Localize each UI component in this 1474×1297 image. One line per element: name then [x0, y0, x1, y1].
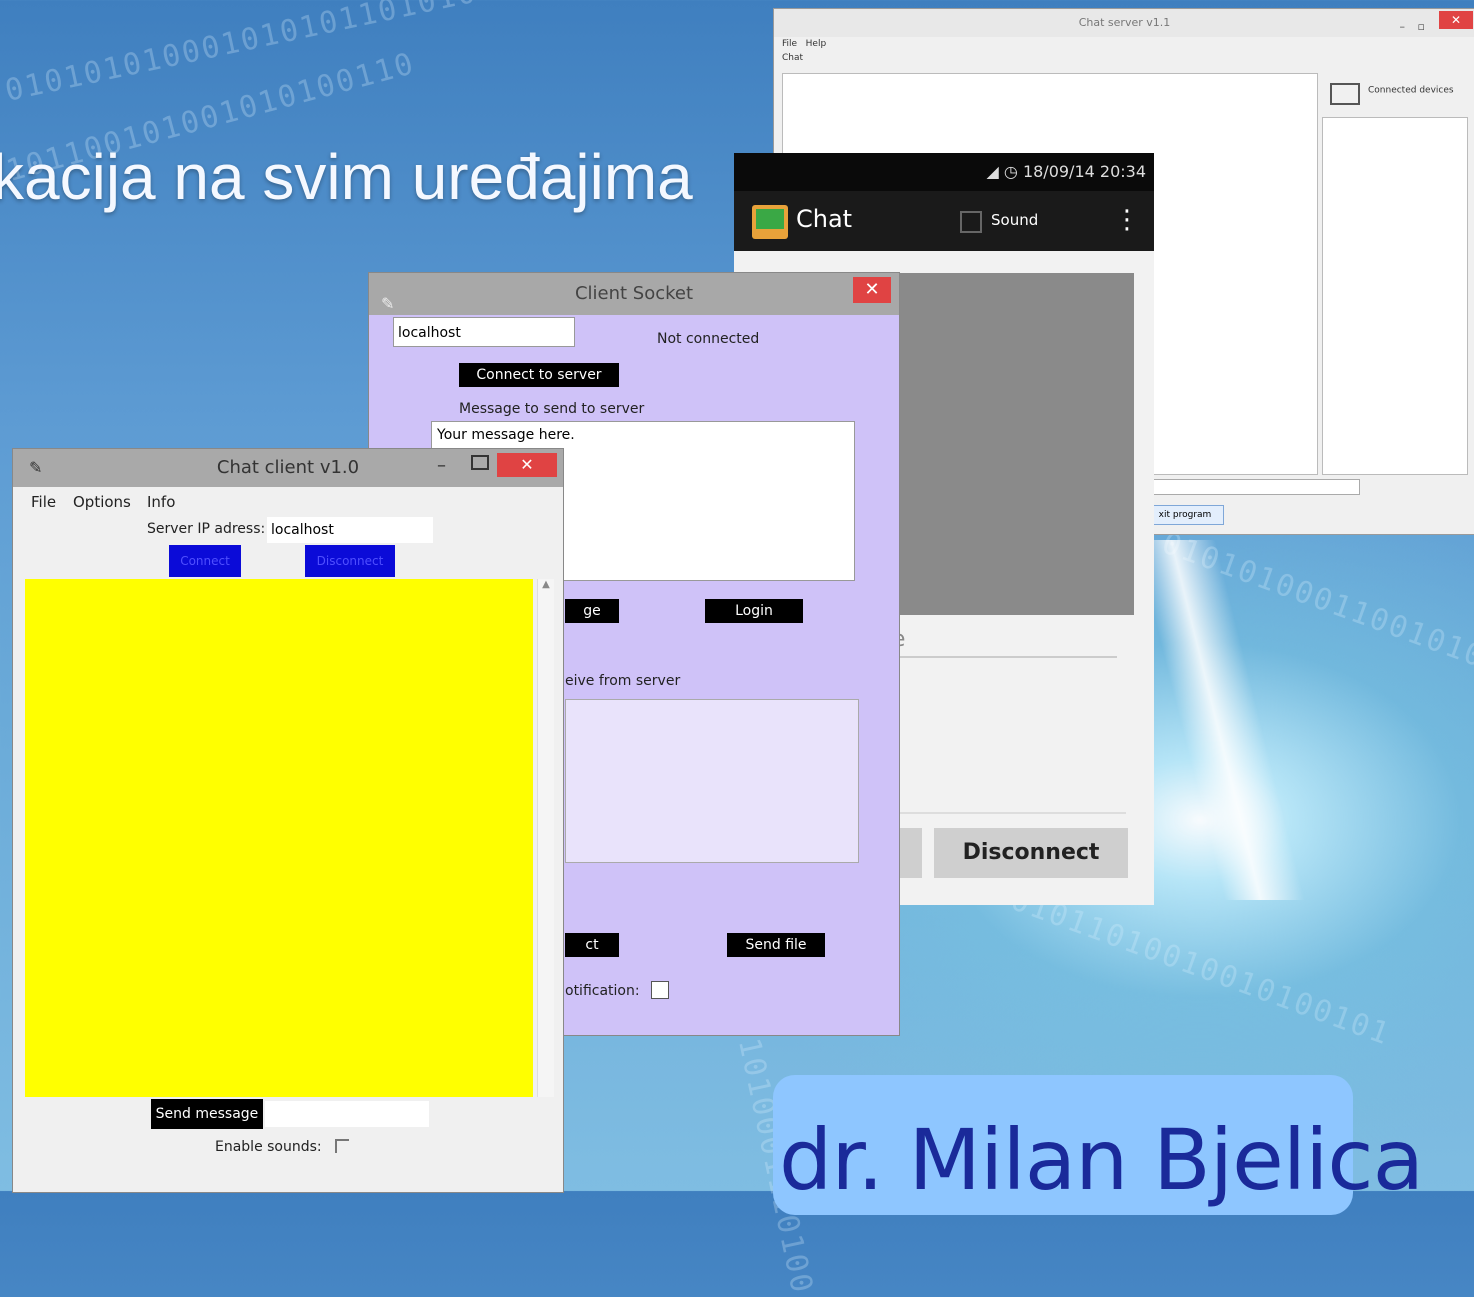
- received-textarea[interactable]: [565, 699, 859, 863]
- feather-icon: ✎: [29, 458, 43, 477]
- chat-client-title: Chat client v1.0: [216, 457, 360, 478]
- login-button[interactable]: Login: [705, 599, 803, 623]
- notification-checkbox[interactable]: [651, 981, 669, 999]
- disconnect-button[interactable]: Disconnect: [305, 545, 395, 577]
- menu-help[interactable]: Help: [806, 39, 827, 49]
- connect-to-server-button[interactable]: Connect to server: [459, 363, 619, 387]
- enable-sounds-label: Enable sounds:: [215, 1139, 322, 1155]
- tagline: kacija na svim uređajima: [0, 141, 693, 213]
- tab-chat[interactable]: Chat: [774, 51, 1474, 65]
- enable-sounds-checkbox[interactable]: [335, 1139, 349, 1153]
- client-socket-title: Client Socket: [574, 283, 694, 304]
- send-message-label: Message to send to server: [459, 401, 645, 417]
- clock-icon: ◷: [1003, 162, 1018, 181]
- status-time: 18/09/14 20:34: [1022, 162, 1146, 181]
- maximize-icon[interactable]: [471, 455, 489, 470]
- menu-options[interactable]: Options: [73, 493, 131, 511]
- signal-icon: ◢: [986, 162, 999, 181]
- sound-label: Sound: [991, 211, 1039, 229]
- disconnect-button[interactable]: Disconnect: [934, 828, 1128, 878]
- chat-app-icon: [752, 205, 788, 239]
- host-input[interactable]: localhost: [393, 317, 575, 347]
- notification-label: otification:: [565, 983, 640, 999]
- minimize-icon[interactable]: –: [437, 447, 446, 485]
- send-message-button[interactable]: ge: [565, 599, 619, 623]
- connect-button[interactable]: Connect: [169, 545, 241, 577]
- menu-info[interactable]: Info: [147, 493, 175, 511]
- server-message-input[interactable]: [1144, 479, 1360, 495]
- connected-devices-list[interactable]: [1322, 117, 1468, 475]
- devices-icon: [1330, 83, 1360, 105]
- chat-client-window: ✎ Chat client v1.0 – ✕ File Options Info…: [12, 448, 564, 1193]
- maximize-icon[interactable]: ▫: [1418, 13, 1425, 41]
- minimize-icon[interactable]: –: [1400, 13, 1406, 41]
- menu-file[interactable]: File: [782, 39, 797, 49]
- author-banner: dr. Milan Bjelica: [773, 1075, 1424, 1215]
- send-message-button[interactable]: Send message: [151, 1099, 263, 1129]
- server-title: Chat server v1.1: [1078, 16, 1171, 29]
- author-name: dr. Milan Bjelica: [779, 1111, 1424, 1209]
- close-icon[interactable]: ✕: [853, 277, 891, 303]
- client-socket-titlebar: ✎ Client Socket ✕: [369, 273, 899, 315]
- connected-devices-header: Connected devices: [1322, 75, 1466, 115]
- server-ip-input[interactable]: localhost: [267, 517, 433, 543]
- send-file-button[interactable]: Send file: [727, 933, 825, 957]
- server-menubar: File Help: [774, 37, 1474, 51]
- binary-row: 01011010010010100101: [1006, 882, 1396, 1053]
- server-ip-label: Server IP adress:: [147, 521, 266, 537]
- menu-file[interactable]: File: [31, 493, 56, 511]
- overflow-menu-icon[interactable]: ⋮: [1114, 205, 1140, 235]
- message-input[interactable]: [265, 1101, 429, 1127]
- chat-client-titlebar: ✎ Chat client v1.0 – ✕: [13, 449, 563, 487]
- close-icon[interactable]: ✕: [1439, 11, 1473, 29]
- close-icon[interactable]: ✕: [497, 453, 557, 477]
- chat-messages-area[interactable]: [25, 579, 533, 1097]
- sound-checkbox[interactable]: [960, 211, 982, 233]
- status-bar: ◢ ◷ 18/09/14 20:34: [734, 153, 1154, 191]
- exit-program-button[interactable]: xit program: [1146, 505, 1224, 525]
- connection-status: Not connected: [657, 331, 760, 347]
- connected-devices-label: Connected devices: [1368, 85, 1454, 96]
- app-title: Chat: [796, 205, 853, 233]
- server-titlebar: Chat server v1.1 – ▫ ✕: [774, 9, 1474, 37]
- scrollbar[interactable]: ▲: [537, 579, 554, 1097]
- disconnect-button[interactable]: ct: [565, 933, 619, 957]
- receive-label: eive from server: [565, 673, 681, 689]
- action-bar: Chat Sound ⋮: [734, 191, 1154, 251]
